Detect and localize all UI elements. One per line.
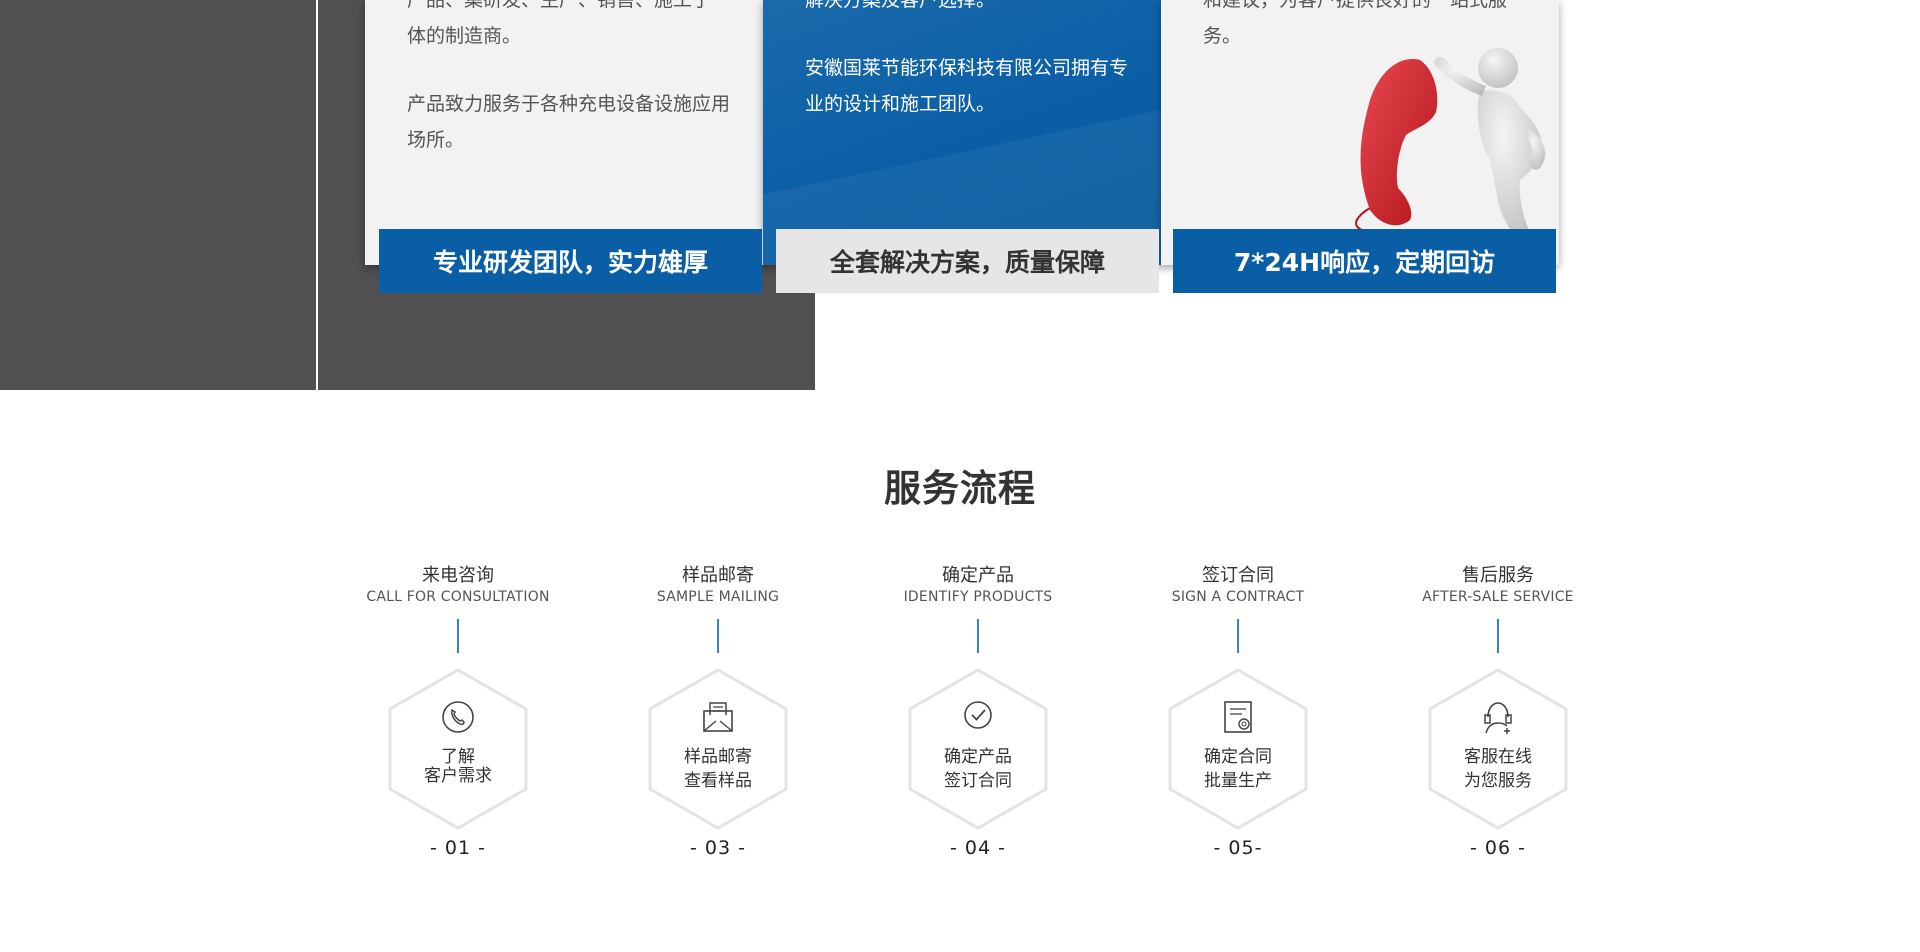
step-description-line: 确定合同 <box>1204 747 1272 767</box>
step-description-line: 为您服务 <box>1464 771 1532 791</box>
mail-icon <box>703 702 733 732</box>
step-connector <box>977 619 979 653</box>
step-description: 确定产品 签订合同 <box>906 746 1050 792</box>
step-description-line: 查看样品 <box>684 771 752 791</box>
process-step-consultation: 来电咨询 CALL FOR CONSULTATION 了解 客户需求 - 01 … <box>358 565 558 859</box>
step-title: 售后服务 <box>1462 565 1534 586</box>
card-footer-solution: 全套解决方案，质量保障 <box>776 229 1159 293</box>
step-number: - 03 - <box>690 837 746 859</box>
step-description: 确定合同 批量生产 <box>1166 746 1310 792</box>
feature-card-solution: 解决方案及客户选择。 安徽国莱节能环保科技有限公司拥有专业的设计和施工团队。 <box>763 0 1161 265</box>
process-step-after-sale: 售后服务 AFTER-SALE SERVICE 客服在线 为您服务 - 06 - <box>1398 565 1598 859</box>
step-hexagon: 客服在线 为您服务 <box>1426 667 1570 831</box>
card-paragraph: 解决方案及客户选择。 <box>805 0 996 11</box>
phone-icon <box>442 701 474 733</box>
feature-card-rd: 产品、集研发、生产、销售、施工于一体的制造商。 产品致力服务于各种充电设备设施应… <box>365 0 763 265</box>
step-description: 客服在线 为您服务 <box>1426 746 1570 792</box>
step-subtitle: SAMPLE MAILING <box>656 589 780 605</box>
card-footer-service: 7*24H响应，定期回访 <box>1173 229 1556 293</box>
step-description-line: 样品邮寄 <box>684 747 752 767</box>
step-subtitle: AFTER-SALE SERVICE <box>1422 589 1574 605</box>
card-footer-rd: 专业研发团队，实力雄厚 <box>379 229 762 293</box>
step-connector <box>1237 619 1239 653</box>
support-icon <box>1484 702 1512 734</box>
step-connector <box>457 619 459 653</box>
card-paragraph: 产品致力服务于各种充电设备设施应用场所。 <box>407 93 731 151</box>
section-title: 服务流程 <box>884 467 1036 510</box>
step-title: 确定产品 <box>942 565 1014 586</box>
phone-man-illustration <box>1355 48 1546 242</box>
check-icon <box>964 701 992 729</box>
step-description-line: 客户需求 <box>424 766 492 786</box>
dark-background-left <box>0 0 316 390</box>
step-subtitle: IDENTIFY PRODUCTS <box>903 589 1053 605</box>
step-number: - 06 - <box>1470 837 1526 859</box>
step-subtitle: SIGN A CONTRACT <box>1171 589 1305 605</box>
step-description-line: 确定产品 <box>944 747 1012 767</box>
step-hexagon: 了解 客户需求 <box>386 667 530 831</box>
step-number: - 05- <box>1213 837 1263 859</box>
process-step-identify-products: 确定产品 IDENTIFY PRODUCTS 确定产品 签订合同 - 04 - <box>878 565 1078 859</box>
step-number: - 01 - <box>430 837 486 859</box>
process-step-sample-mailing: 样品邮寄 SAMPLE MAILING 样品邮寄 查看样品 - 03 - <box>618 565 818 859</box>
step-hexagon: 样品邮寄 查看样品 <box>646 667 790 831</box>
step-connector <box>717 619 719 653</box>
step-description-line: 签订合同 <box>944 771 1012 791</box>
step-connector <box>1497 619 1499 653</box>
step-hexagon: 确定产品 签订合同 <box>906 667 1050 831</box>
step-description-line: 客服在线 <box>1464 747 1532 767</box>
step-description: 样品邮寄 查看样品 <box>646 746 790 792</box>
process-step-sign-contract: 签订合同 SIGN A CONTRACT 确定合同 批量生产 - 05- <box>1138 565 1338 859</box>
step-hexagon: 确定合同 批量生产 <box>1166 667 1310 831</box>
step-title: 来电咨询 <box>422 565 494 586</box>
card-paragraph: 产品、集研发、生产、销售、施工于一体的制造商。 <box>407 0 731 47</box>
step-title: 签订合同 <box>1202 565 1274 586</box>
step-description-line: 批量生产 <box>1204 771 1272 791</box>
step-number: - 04 - <box>950 837 1006 859</box>
step-subtitle: CALL FOR CONSULTATION <box>366 589 550 605</box>
contract-icon <box>1224 701 1252 733</box>
card-paragraph: 安徽国莱节能环保科技有限公司拥有专业的设计和施工团队。 <box>805 57 1129 115</box>
step-description: 了解 客户需求 <box>386 746 530 787</box>
step-title: 样品邮寄 <box>682 565 754 586</box>
